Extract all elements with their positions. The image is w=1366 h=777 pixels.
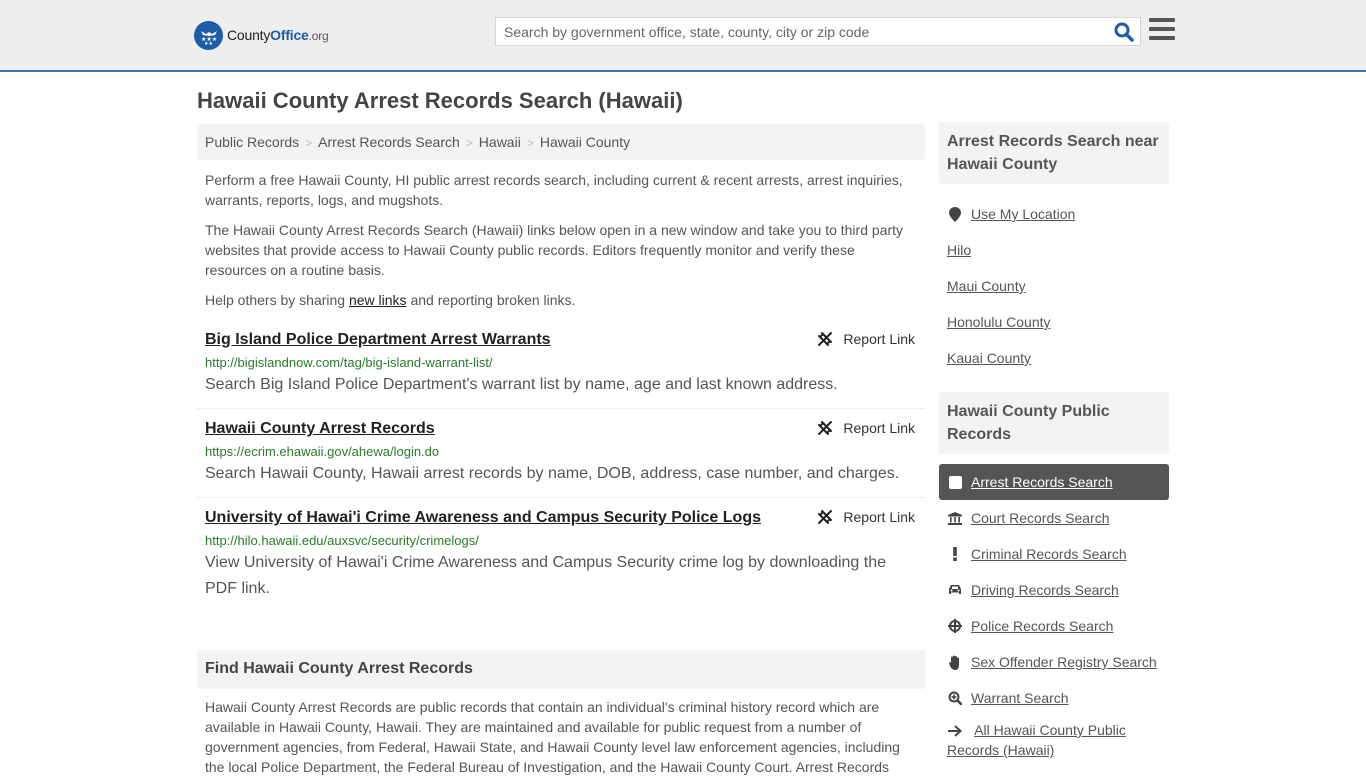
result-description: Search Hawaii County, Hawaii arrest reco… bbox=[205, 465, 900, 482]
breadcrumb-public-records[interactable]: Public Records bbox=[205, 134, 299, 150]
page-title: Hawaii County Arrest Records Search (Haw… bbox=[197, 88, 683, 113]
report-link-button[interactable]: Report Link bbox=[817, 509, 915, 525]
breadcrumb-arrest-records-search[interactable]: Arrest Records Search bbox=[318, 134, 460, 150]
result-url[interactable]: http://hilo.hawaii.edu/auxsvc/security/c… bbox=[205, 533, 917, 549]
car-icon bbox=[947, 582, 963, 598]
report-link-button[interactable]: Report Link bbox=[817, 331, 915, 347]
breadcrumb-separator: > bbox=[465, 136, 473, 150]
logo-text: CountyOffice.org bbox=[227, 27, 329, 43]
broken-link-icon bbox=[818, 421, 833, 435]
square-icon bbox=[947, 474, 963, 490]
find-section-heading: Find Hawaii County Arrest Records bbox=[197, 650, 925, 689]
records-item-all[interactable]: All Hawaii County Public Records (Hawaii… bbox=[939, 716, 1169, 760]
new-links-link[interactable]: new links bbox=[349, 292, 407, 308]
records-heading: Hawaii County Public Records bbox=[939, 392, 1169, 454]
result-url[interactable]: https://ecrim.ehawaii.gov/ahewa/login.do bbox=[205, 444, 917, 460]
result-title-link[interactable]: Big Island Police Department Arrest Warr… bbox=[205, 330, 551, 350]
exclamation-icon bbox=[947, 546, 963, 562]
result-description: Search Big Island Police Department's wa… bbox=[205, 376, 838, 393]
courthouse-icon bbox=[947, 510, 963, 526]
hamburger-menu-icon[interactable] bbox=[1149, 18, 1175, 42]
svg-text:★★: ★★ bbox=[204, 41, 213, 46]
result-title-link[interactable]: Hawaii County Arrest Records bbox=[205, 419, 435, 439]
eagle-stars-icon: ★★★ ★★ bbox=[194, 20, 223, 50]
intro-paragraph: The Hawaii County Arrest Records Search … bbox=[205, 222, 904, 278]
sidebar: Arrest Records Search near Hawaii County… bbox=[939, 122, 1169, 776]
main-content: Perform a free Hawaii County, HI public … bbox=[197, 170, 925, 622]
records-item-warrant[interactable]: Warrant Search bbox=[939, 680, 1169, 716]
result-description: View University of Hawai'i Crime Awarene… bbox=[205, 554, 886, 597]
records-item-court[interactable]: Court Records Search bbox=[939, 500, 1169, 536]
breadcrumb-hawaii-county[interactable]: Hawaii County bbox=[540, 134, 630, 150]
use-my-location-link[interactable]: Use My Location bbox=[971, 206, 1075, 222]
breadcrumb-hawaii[interactable]: Hawaii bbox=[479, 134, 521, 150]
report-link-button[interactable]: Report Link bbox=[817, 420, 915, 436]
result-title-link[interactable]: University of Hawai'i Crime Awareness an… bbox=[205, 508, 761, 528]
breadcrumb-separator: > bbox=[526, 136, 534, 150]
site-logo[interactable]: ★★★ ★★ CountyOffice.org bbox=[194, 20, 329, 50]
use-my-location-item[interactable]: Use My Location bbox=[939, 196, 1169, 232]
arrow-right-icon bbox=[947, 723, 963, 739]
search-input[interactable] bbox=[496, 18, 1096, 45]
broken-link-icon bbox=[818, 332, 833, 346]
intro-paragraph: Perform a free Hawaii County, HI public … bbox=[205, 172, 903, 208]
help-paragraph: Help others by sharing new links and rep… bbox=[205, 292, 576, 308]
records-item-sex-offender[interactable]: Sex Offender Registry Search bbox=[939, 644, 1169, 680]
zoom-in-icon bbox=[947, 690, 963, 706]
result-item: Hawaii County Arrest Records Report Link… bbox=[197, 419, 925, 498]
nearby-heading: Arrest Records Search near Hawaii County bbox=[939, 122, 1169, 184]
result-url[interactable]: http://bigislandnow.com/tag/big-island-w… bbox=[205, 355, 917, 371]
nearby-list: Use My Location Hilo Maui County Honolul… bbox=[939, 196, 1169, 376]
records-item-criminal[interactable]: Criminal Records Search bbox=[939, 536, 1169, 572]
nearby-item-maui-county[interactable]: Maui County bbox=[939, 268, 1169, 304]
search-icon[interactable] bbox=[1114, 22, 1134, 42]
records-item-arrest[interactable]: Arrest Records Search bbox=[939, 464, 1169, 500]
results-list: Big Island Police Department Arrest Warr… bbox=[197, 330, 925, 612]
map-marker-icon bbox=[947, 206, 963, 222]
nearby-item-hilo[interactable]: Hilo bbox=[939, 232, 1169, 268]
broken-link-icon bbox=[818, 510, 833, 524]
crosshairs-icon bbox=[947, 618, 963, 634]
result-item: Big Island Police Department Arrest Warr… bbox=[197, 330, 925, 409]
find-section-text: Hawaii County Arrest Records are public … bbox=[205, 699, 900, 775]
hand-icon bbox=[947, 654, 963, 670]
top-bar: ★★★ ★★ CountyOffice.org bbox=[0, 0, 1366, 72]
records-item-driving[interactable]: Driving Records Search bbox=[939, 572, 1169, 608]
records-item-police[interactable]: Police Records Search bbox=[939, 608, 1169, 644]
result-item: University of Hawai'i Crime Awareness an… bbox=[197, 508, 925, 612]
intro: Perform a free Hawaii County, HI public … bbox=[197, 170, 925, 310]
records-list: Arrest Records Search Court Records Sear… bbox=[939, 464, 1169, 760]
breadcrumb-separator: > bbox=[305, 136, 313, 150]
breadcrumb: Public Records > Arrest Records Search > Haw… bbox=[197, 124, 925, 160]
search-box bbox=[495, 17, 1141, 46]
nearby-item-kauai-county[interactable]: Kauai County bbox=[939, 340, 1169, 376]
nearby-item-honolulu-county[interactable]: Honolulu County bbox=[939, 304, 1169, 340]
